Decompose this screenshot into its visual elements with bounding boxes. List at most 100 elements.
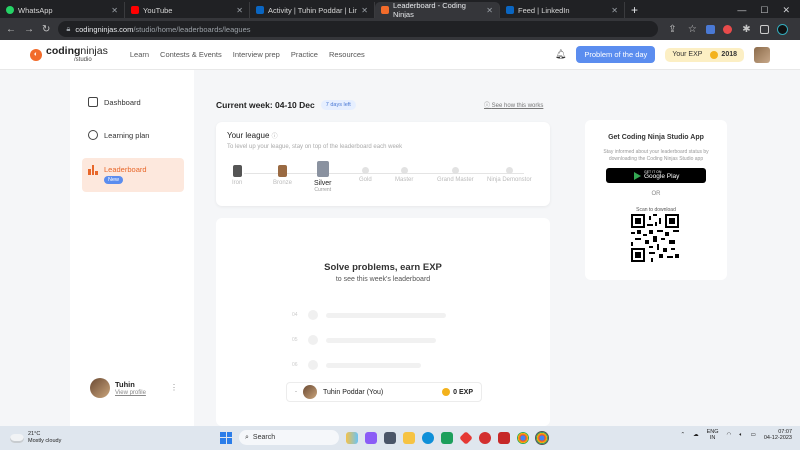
your-rank-row: - Tuhin Poddar (You) 0 EXP <box>286 382 482 402</box>
file-explorer-icon[interactable] <box>403 431 415 444</box>
maximize-icon[interactable]: ☐ <box>760 5 768 16</box>
app-download-card: Get Coding Ninja Studio App Stay informe… <box>585 120 727 280</box>
taskbar-search[interactable]: ⌕ Search <box>239 430 339 445</box>
tier-gold: Gold <box>359 165 372 183</box>
lock-icon: 🔒︎ <box>66 24 71 33</box>
solve-title: Solve problems, earn EXP <box>324 262 442 273</box>
league-subtitle: To level up your league, stay on top of … <box>227 144 403 150</box>
app-icon[interactable] <box>365 431 377 444</box>
chrome-icon[interactable] <box>535 430 549 445</box>
weather-widget[interactable]: 21°C Mostly cloudy <box>10 431 61 444</box>
clock[interactable]: 07:07 04-12-2023 <box>764 429 792 442</box>
exp-value: 2018 <box>721 51 737 58</box>
edge-icon[interactable] <box>422 431 434 444</box>
share-icon[interactable]: ⇪ <box>666 24 678 35</box>
nav-practice[interactable]: Practice <box>291 50 318 59</box>
sidebar-item-learning-plan[interactable]: Learning plan <box>82 120 184 150</box>
help-icon[interactable] <box>479 431 491 444</box>
problem-of-the-day-button[interactable]: Problem of the day <box>576 46 656 63</box>
url-path: /studio/home/leaderboards/leagues <box>133 24 251 34</box>
speaker-icon[interactable]: 🔈︎ <box>739 432 742 439</box>
sidebar-item-dashboard[interactable]: Dashboard <box>82 87 184 117</box>
windows-start-icon[interactable] <box>220 431 232 444</box>
tier-master: Master <box>395 165 413 183</box>
main-area: Dashboard Learning plan Leaderboard New … <box>0 70 800 426</box>
puzzle-icon[interactable]: ✱ <box>740 24 752 35</box>
close-icon[interactable]: ✕ <box>361 6 368 15</box>
ninja-badge-icon <box>505 167 513 174</box>
tab-label: YouTube <box>143 5 173 15</box>
chrome-icon[interactable] <box>517 431 529 444</box>
league-card: Your league ⓘ To level up your league, s… <box>216 122 550 206</box>
search-label: Search <box>252 434 276 441</box>
tab-label: Leaderboard - Coding Ninjas <box>393 1 466 19</box>
profile-icon[interactable] <box>777 23 789 35</box>
tab-leaderboard[interactable]: Leaderboard - Coding Ninjas ✕ <box>375 1 500 19</box>
silver-badge-icon <box>316 161 329 177</box>
url-input[interactable]: 🔒︎ codingninjas.com/studio/home/leaderbo… <box>58 21 659 37</box>
chevron-up-icon[interactable]: ⌃ <box>681 432 686 438</box>
menu-icon[interactable]: ⋮ <box>796 24 800 35</box>
sidepanel-icon[interactable] <box>760 24 770 34</box>
view-profile-link[interactable]: View profile <box>115 390 146 396</box>
user-name: Tuhin Poddar (You) <box>323 388 384 396</box>
tab-whatsapp[interactable]: WhatsApp ✕ <box>0 2 125 18</box>
nav-interview-prep[interactable]: Interview prep <box>233 50 280 59</box>
sidebar-item-leaderboard[interactable]: Leaderboard New <box>82 158 184 192</box>
extension-icon[interactable] <box>706 24 716 34</box>
scan-label: Scan to download <box>636 207 676 213</box>
app-icon[interactable] <box>459 430 473 445</box>
tab-linkedin-feed[interactable]: Feed | LinkedIn ✕ <box>500 2 625 18</box>
solve-subtitle: to see this week's leaderboard <box>335 276 431 283</box>
reload-icon[interactable]: ↻ <box>42 24 50 35</box>
close-icon[interactable]: ✕ <box>111 6 118 15</box>
youtube-icon <box>131 6 139 14</box>
widgets-icon[interactable] <box>346 431 358 444</box>
logo-icon: ◐ <box>30 48 42 61</box>
google-play-button[interactable]: GET IT ON Google Play <box>606 168 706 183</box>
bronze-badge-icon <box>278 165 287 177</box>
tier-iron: Iron <box>232 165 242 186</box>
new-tab-button[interactable]: + <box>631 2 638 18</box>
nav-learn[interactable]: Learn <box>130 50 149 59</box>
forward-arrow-icon[interactable]: → <box>24 24 34 35</box>
windows-taskbar: 21°C Mostly cloudy ⌕ Search ⌃ ☁ ENG IN ◠ … <box>0 426 800 450</box>
avatar <box>303 385 317 399</box>
nav-resources[interactable]: Resources <box>329 50 365 59</box>
tab-linkedin-activity[interactable]: Activity | Tuhin Poddar | LinkedIn ✕ <box>250 2 375 18</box>
see-how-link[interactable]: ⓘ See how this works <box>484 100 543 109</box>
new-badge: New <box>104 176 124 184</box>
sidebar-item-label: Leaderboard <box>104 165 147 174</box>
site-nav: Learn Contests & Events Interview prep P… <box>130 50 365 59</box>
tab-youtube[interactable]: YouTube ✕ <box>125 2 250 18</box>
extension-icon[interactable] <box>723 24 733 34</box>
mcafee-icon[interactable] <box>498 431 510 444</box>
star-icon[interactable]: ☆ <box>686 24 698 35</box>
avatar[interactable] <box>754 46 770 63</box>
sidebar-profile[interactable]: Tuhin View profile <box>90 378 146 398</box>
dashboard-icon <box>88 97 98 107</box>
sidebar-item-label: Learning plan <box>104 130 150 140</box>
nav-contests[interactable]: Contests & Events <box>160 50 222 59</box>
leaderboard-card: Solve problems, earn EXP to see this wee… <box>216 218 550 426</box>
close-icon[interactable]: ✕ <box>486 6 493 15</box>
battery-icon[interactable]: ▭ <box>751 432 756 438</box>
back-arrow-icon[interactable]: ← <box>6 24 16 35</box>
qr-code <box>631 214 679 262</box>
close-icon[interactable]: ✕ <box>236 6 243 15</box>
minimize-icon[interactable]: — <box>737 5 746 15</box>
bell-icon[interactable]: 🔔︎ <box>555 49 566 60</box>
language-indicator[interactable]: ENG IN <box>707 429 719 442</box>
wifi-icon[interactable]: ◠ <box>727 432 732 438</box>
kebab-menu-icon[interactable]: ⋮ <box>170 383 178 392</box>
close-icon[interactable]: ✕ <box>611 6 618 15</box>
master-badge-icon <box>400 167 408 174</box>
skeleton-row: 06 <box>292 359 421 371</box>
app-icon[interactable] <box>441 431 453 444</box>
task-view-icon[interactable] <box>384 431 396 444</box>
exp-pill[interactable]: Your EXP 2018 <box>665 47 744 62</box>
codingninjas-logo[interactable]: ◐ codingninjas /studio <box>30 46 108 63</box>
cloud-sync-icon[interactable]: ☁ <box>693 432 699 438</box>
tier-bronze: Bronze <box>273 165 292 186</box>
close-window-icon[interactable]: ✕ <box>782 5 790 16</box>
